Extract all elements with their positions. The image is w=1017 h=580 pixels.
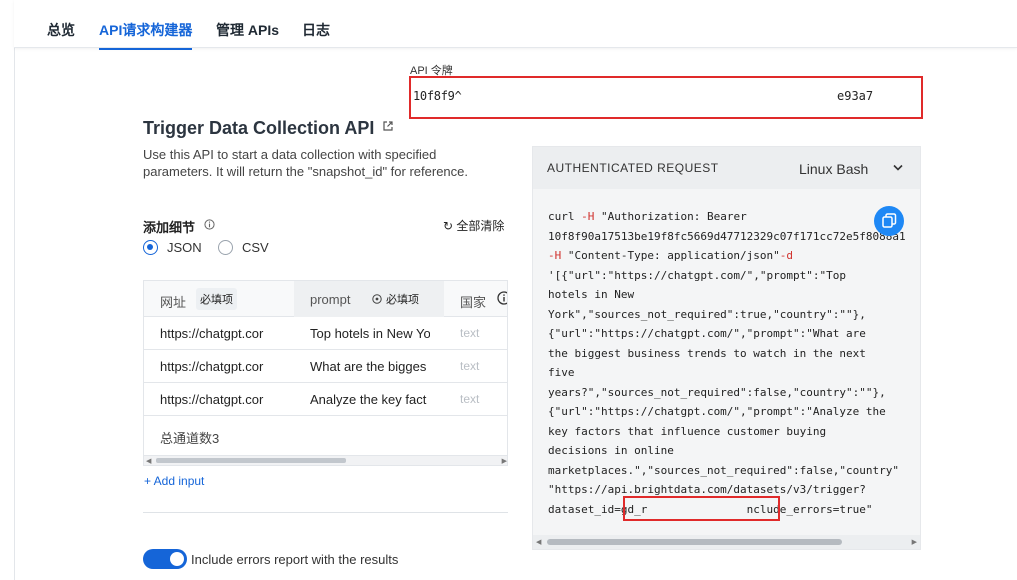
cell-url[interactable]: https://chatgpt.cor (160, 359, 280, 374)
table-horizontal-scrollbar[interactable]: ◀ ▶ (144, 455, 507, 465)
copy-icon (882, 213, 897, 228)
chevron-down-icon[interactable] (893, 164, 903, 172)
column-prompt: prompt (310, 292, 351, 307)
code-line: hotels in New (548, 288, 635, 301)
code-horizontal-scrollbar[interactable]: ◀ ▶ (533, 535, 920, 549)
required-badge: 必填项 (196, 288, 237, 310)
scroll-right-icon[interactable]: ▶ (912, 538, 917, 546)
api-description: Use this API to start a data collection … (143, 147, 468, 179)
language-select[interactable]: Linux Bash (799, 161, 868, 177)
tab-logs[interactable]: 日志 (302, 20, 330, 40)
code-line: years?","sources_not_required":false,"co… (548, 385, 886, 399)
code-line: {"url":"https://chatgpt.com/","prompt":"… (548, 405, 886, 418)
include-errors-label: Include errors report with the results (191, 552, 399, 567)
info-icon[interactable] (497, 291, 508, 305)
code-panel-header: AUTHENTICATED REQUEST Linux Bash (533, 147, 920, 189)
include-errors-toggle[interactable] (143, 549, 187, 569)
top-tab-bar: 总览 API请求构建器 管理 APIs 日志 (14, 0, 1017, 50)
info-icon[interactable] (204, 219, 215, 230)
code-snippet[interactable]: curl -H "Authorization: Bearer 10f8f90a17… (548, 207, 920, 525)
code-line: five (548, 366, 575, 379)
column-country: 国家 (460, 295, 487, 310)
left-border (14, 0, 15, 580)
table-row: https://chatgpt.cor Top hotels in New Yo… (144, 317, 507, 350)
external-link-icon[interactable] (383, 121, 393, 131)
inputs-table: 网址 必填项 prompt 必填项 国家 https://chatgpt.cor… (143, 280, 508, 466)
code-line: decisions in online (548, 444, 674, 457)
cell-country[interactable]: text (460, 326, 500, 340)
json-radio-label: JSON (167, 240, 202, 255)
json-radio[interactable] (143, 240, 158, 255)
code-line: {"url":"https://chatgpt.com/","prompt":"… (548, 327, 866, 340)
code-line: York","sources_not_required":true,"count… (548, 307, 866, 321)
api-token-highlight-box (409, 76, 923, 119)
code-line: -H "Content-Type: application/json"-d (548, 249, 794, 262)
csv-radio[interactable] (218, 240, 233, 255)
scrollbar-thumb[interactable] (547, 539, 842, 545)
clear-all-button[interactable]: ↻ 全部清除 (443, 217, 504, 234)
tab-manage-apis[interactable]: 管理 APIs (216, 20, 279, 40)
cell-prompt[interactable]: What are the bigges (310, 359, 430, 374)
code-panel-title: AUTHENTICATED REQUEST (547, 161, 719, 175)
cell-prompt[interactable]: Top hotels in New Yo (310, 326, 430, 341)
cell-country[interactable]: text (460, 359, 500, 373)
table-row: https://chatgpt.cor What are the bigges … (144, 350, 507, 383)
code-line: 10f8f90a17513be19f8fc5669d47712329c07f17… (548, 229, 906, 243)
cell-url[interactable]: https://chatgpt.cor (160, 326, 280, 341)
cell-url[interactable]: https://chatgpt.cor (160, 392, 280, 407)
cell-country[interactable]: text (460, 392, 500, 406)
table-header: 网址 必填项 prompt 必填项 国家 (144, 281, 508, 317)
code-line: marketplaces.","sources_not_required":fa… (548, 463, 899, 477)
tab-overview[interactable]: 总览 (47, 20, 75, 40)
scroll-right-icon[interactable]: ▶ (502, 457, 507, 465)
scroll-left-icon[interactable]: ◀ (146, 457, 151, 465)
clear-all-label: 全部清除 (456, 219, 505, 233)
csv-radio-label: CSV (242, 240, 269, 255)
info-circle-icon (372, 294, 382, 304)
dataset-id-highlight-box (623, 496, 780, 521)
required-badge: 必填项 (386, 294, 419, 306)
tab-api-request-builder[interactable]: API请求构建器 (99, 20, 193, 50)
code-line: key factors that influence customer buyi… (548, 424, 827, 438)
scrollbar-thumb[interactable] (156, 458, 346, 463)
authenticated-request-panel: AUTHENTICATED REQUEST Linux Bash curl -H… (532, 146, 921, 550)
total-channels: 总通道数3 (160, 431, 220, 446)
column-url: 网址 (160, 295, 187, 310)
table-row: https://chatgpt.cor Analyze the key fact… (144, 383, 507, 416)
scroll-left-icon[interactable]: ◀ (536, 538, 541, 546)
section-divider (143, 512, 508, 513)
copy-button[interactable] (874, 206, 904, 236)
code-line: curl -H "Authorization: Bearer (548, 210, 747, 223)
cell-prompt[interactable]: Analyze the key fact (310, 392, 430, 407)
code-line: the biggest business trends to watch in … (548, 346, 866, 360)
reset-icon: ↻ (443, 219, 454, 233)
code-line: '[{"url":"https://chatgpt.com/","prompt"… (548, 268, 847, 282)
add-details-label: 添加细节 (143, 220, 196, 235)
add-input-button[interactable]: + Add input (144, 474, 204, 488)
page-title: Trigger Data Collection API (143, 118, 375, 138)
